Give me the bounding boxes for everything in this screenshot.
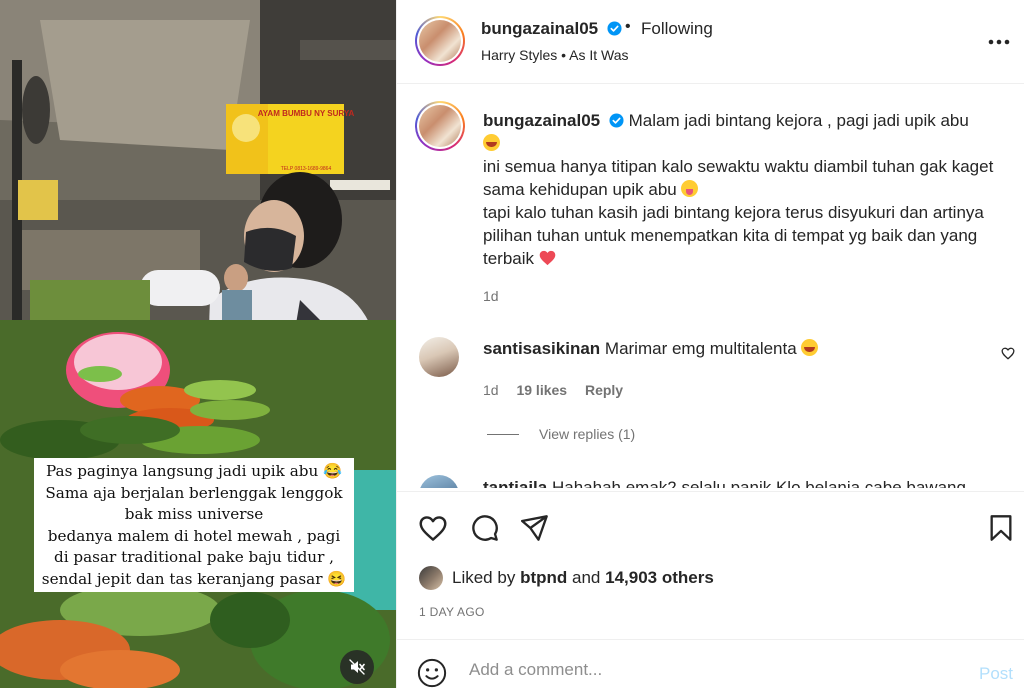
caption-line-2: ini semua hanya titipan kalo sewaktu wak… [483, 157, 994, 199]
replies-divider-line [487, 433, 519, 435]
caption-username[interactable]: bungazainal05 [483, 111, 600, 130]
like-heart-icon [419, 515, 447, 541]
more-options-button[interactable] [985, 28, 1013, 56]
comment-likes-count[interactable]: 19 likes [516, 382, 567, 398]
verified-badge-icon [607, 21, 622, 36]
commenter-avatar[interactable] [419, 475, 459, 488]
add-comment-bar: Post [397, 639, 1024, 688]
laughing-emoji-icon [801, 339, 819, 356]
caption-author-avatar[interactable] [415, 101, 465, 151]
caption-line-3: tapi kalo tuhan kasih jadi bintang kejor… [483, 203, 984, 268]
liker-avatar[interactable] [419, 566, 443, 590]
video-text-overlay: Pas paginya langsung jadi upik abu 😂 Sam… [34, 458, 354, 592]
post-header: bungazainal05 • Following Harry Styles •… [397, 0, 1024, 84]
comment-like-heart-icon [1001, 347, 1015, 360]
post-details-panel: bungazainal05 • Following Harry Styles •… [396, 0, 1024, 688]
stall-sign-phone: TELP 0813-1689-9864 [281, 166, 332, 172]
commenter-username[interactable]: tantiaila [483, 478, 547, 488]
following-button[interactable]: Following [641, 19, 713, 39]
save-bookmark-icon [990, 515, 1012, 541]
likes-summary: Liked by btpnd and 14,903 others [419, 566, 714, 590]
comment-button[interactable] [467, 510, 503, 546]
view-replies-label: View replies (1) [539, 426, 636, 442]
post-video[interactable]: AYAM BUMBU NY SURYA TELP 0813-1689-9864 [0, 0, 396, 688]
more-options-icon [988, 39, 1010, 45]
header-separator: • [625, 18, 631, 35]
stall-sign-text: AYAM BUMBU NY SURYA [258, 109, 355, 118]
red-heart-emoji-icon [539, 250, 556, 266]
commenter-avatar[interactable] [419, 337, 459, 377]
overlay-line-5: di pasar traditional pake baju tidur , [53, 548, 334, 567]
view-replies-button[interactable]: View replies (1) [487, 426, 635, 442]
audio-track-link[interactable]: Harry Styles • As It Was [481, 47, 629, 63]
overlay-line-3: bak miss universe [124, 505, 264, 524]
like-button[interactable] [415, 510, 451, 546]
emoji-smile-icon[interactable] [417, 658, 447, 688]
liker-username[interactable]: btpnd [520, 568, 567, 588]
comment-like-button[interactable] [1001, 347, 1015, 365]
overlay-line-1: Pas paginya langsung jadi upik abu 😂 [46, 462, 342, 480]
post-actions-bar: Liked by btpnd and 14,903 others 1 DAY A… [397, 491, 1024, 639]
likes-prefix: Liked by [452, 568, 516, 587]
mute-speaker-icon [349, 659, 365, 675]
overlay-line-2: Sama aja berjalan berlenggak lenggok [45, 483, 343, 502]
author-username[interactable]: bungazainal05 [481, 19, 598, 38]
laughing-emoji-icon [483, 134, 500, 151]
commenter-username[interactable]: santisasikinan [483, 339, 600, 358]
likes-count[interactable]: 14,903 others [605, 568, 714, 588]
comment-text: Hahahah emak2 selalu panik Klo belanja c… [551, 478, 966, 488]
comment-text: Marimar emg multitalenta [604, 339, 797, 358]
post-comment-button[interactable]: Post [979, 664, 1013, 684]
share-paper-plane-icon [521, 515, 548, 541]
author-avatar[interactable] [415, 16, 465, 66]
comment-bubble-icon [472, 515, 498, 541]
comments-section[interactable]: bungazainal05 Malam jadi bintang kejora … [397, 85, 1024, 488]
tongue-emoji-icon [681, 180, 699, 197]
caption-line-1: Malam jadi bintang kejora , pagi jadi up… [628, 111, 969, 130]
caption-timestamp[interactable]: 1d [483, 288, 499, 304]
share-button[interactable] [517, 510, 553, 546]
overlay-line-6: sendal jepit dan tas keranjang pasar 😆 [41, 569, 347, 588]
likes-joiner: and [572, 568, 601, 587]
verified-badge-icon [609, 113, 624, 128]
comment-reply-button[interactable]: Reply [585, 382, 623, 398]
post-date[interactable]: 1 DAY AGO [419, 605, 485, 619]
overlay-line-4: bedanya malem di hotel mewah , pagi [47, 526, 341, 545]
save-button[interactable] [983, 510, 1019, 546]
mute-toggle-button[interactable] [340, 650, 374, 684]
comment-timestamp[interactable]: 1d [483, 382, 499, 398]
comment-input[interactable] [469, 660, 949, 680]
